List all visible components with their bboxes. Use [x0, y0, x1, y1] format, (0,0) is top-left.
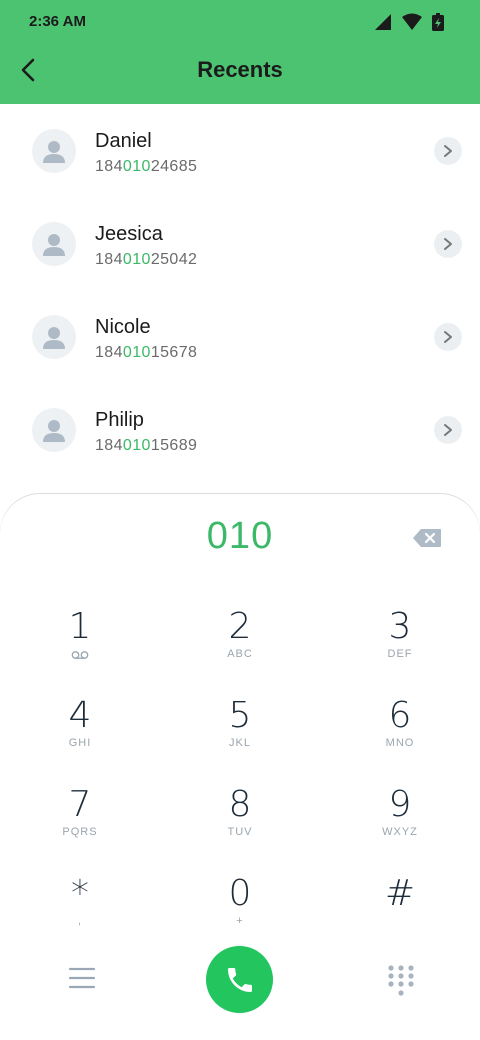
key-letters: +: [236, 915, 244, 927]
dialpad-key-3[interactable]: 3 DEF: [340, 608, 460, 688]
contact-name: Nicole: [95, 316, 151, 338]
dialpad-key-0[interactable]: 0 +: [180, 875, 300, 955]
dialpad-key-9[interactable]: 9 WXYZ: [340, 786, 460, 866]
wifi-icon: [402, 13, 422, 30]
person-icon: [43, 327, 65, 349]
key-digit: 4: [68, 695, 92, 736]
chevron-right-icon: [444, 145, 452, 157]
person-icon: [43, 420, 65, 442]
key-letters: DEF: [387, 648, 413, 660]
recents-list: Daniel 18401024685 Jeesica 18401025042 N…: [0, 104, 480, 476]
status-time: 2:36 AM: [29, 13, 86, 30]
dialpad-key-star[interactable]: * ,: [20, 875, 140, 955]
dialpad-key-5[interactable]: 5 JKL: [180, 697, 300, 777]
key-digit: 2: [228, 606, 252, 647]
menu-icon[interactable]: [68, 965, 96, 991]
key-digit: 5: [228, 695, 252, 736]
key-digit: 0: [228, 873, 252, 914]
key-digit: *: [71, 873, 89, 914]
dialpad-key-4[interactable]: 4 GHI: [20, 697, 140, 777]
key-digit: 7: [68, 784, 92, 825]
contact-number: 18401025042: [95, 251, 198, 268]
battery-icon: [432, 13, 444, 31]
key-digit: 1: [68, 606, 92, 647]
key-digit: #: [384, 873, 416, 914]
person-icon: [43, 141, 65, 163]
contact-name: Jeesica: [95, 223, 163, 245]
avatar: [32, 129, 76, 173]
contact-details-button[interactable]: [434, 323, 462, 351]
list-item[interactable]: Nicole 18401015678: [0, 290, 480, 383]
list-item[interactable]: Daniel 18401024685: [0, 104, 480, 197]
signal-icon: [375, 14, 391, 30]
key-letters: JKL: [229, 737, 251, 749]
dialpad-key-hash[interactable]: #: [340, 875, 460, 955]
key-letters: TUV: [227, 826, 253, 838]
avatar: [32, 222, 76, 266]
chevron-right-icon: [444, 331, 452, 343]
key-digit: 8: [228, 784, 252, 825]
dialpad-icon[interactable]: [386, 964, 416, 998]
key-digit: 9: [388, 784, 412, 825]
backspace-icon[interactable]: [412, 528, 442, 548]
key-letters: ,: [77, 915, 83, 927]
contact-number: 18401015678: [95, 344, 198, 361]
contact-details-button[interactable]: [434, 137, 462, 165]
contact-number: 18401015689: [95, 437, 198, 454]
dialpad-key-2[interactable]: 2 ABC: [180, 608, 300, 688]
list-item[interactable]: Jeesica 18401025042: [0, 197, 480, 290]
chevron-right-icon: [444, 238, 452, 250]
key-letters: PQRS: [62, 826, 98, 838]
dialpad-key-6[interactable]: 6 MNO: [340, 697, 460, 777]
phone-icon: [227, 967, 252, 992]
dialed-number: 010: [206, 515, 274, 557]
dialpad-key-7[interactable]: 7 PQRS: [20, 786, 140, 866]
contact-details-button[interactable]: [434, 230, 462, 258]
key-digit: 6: [388, 695, 412, 736]
key-letters: ABC: [227, 648, 253, 660]
dialpad-key-8[interactable]: 8 TUV: [180, 786, 300, 866]
contact-details-button[interactable]: [434, 416, 462, 444]
contact-name: Daniel: [95, 130, 152, 152]
key-letters: GHI: [68, 737, 92, 749]
chevron-right-icon: [444, 424, 452, 436]
person-icon: [43, 234, 65, 256]
contact-number: 18401024685: [95, 158, 198, 175]
list-item[interactable]: Philip 18401015689: [0, 383, 480, 476]
status-bar: 2:36 AM: [0, 0, 480, 44]
avatar: [32, 315, 76, 359]
dialpad-key-1[interactable]: 1: [20, 608, 140, 688]
key-letters: WXYZ: [382, 826, 418, 838]
call-button[interactable]: [206, 946, 273, 1013]
contact-name: Philip: [95, 409, 144, 431]
page-title: Recents: [197, 57, 283, 82]
voicemail-icon: [71, 651, 89, 659]
app-header: 2:36 AM Recents: [0, 0, 480, 104]
avatar: [32, 408, 76, 452]
key-digit: 3: [388, 606, 412, 647]
status-icons: [374, 12, 444, 32]
key-letters: MNO: [385, 737, 415, 749]
